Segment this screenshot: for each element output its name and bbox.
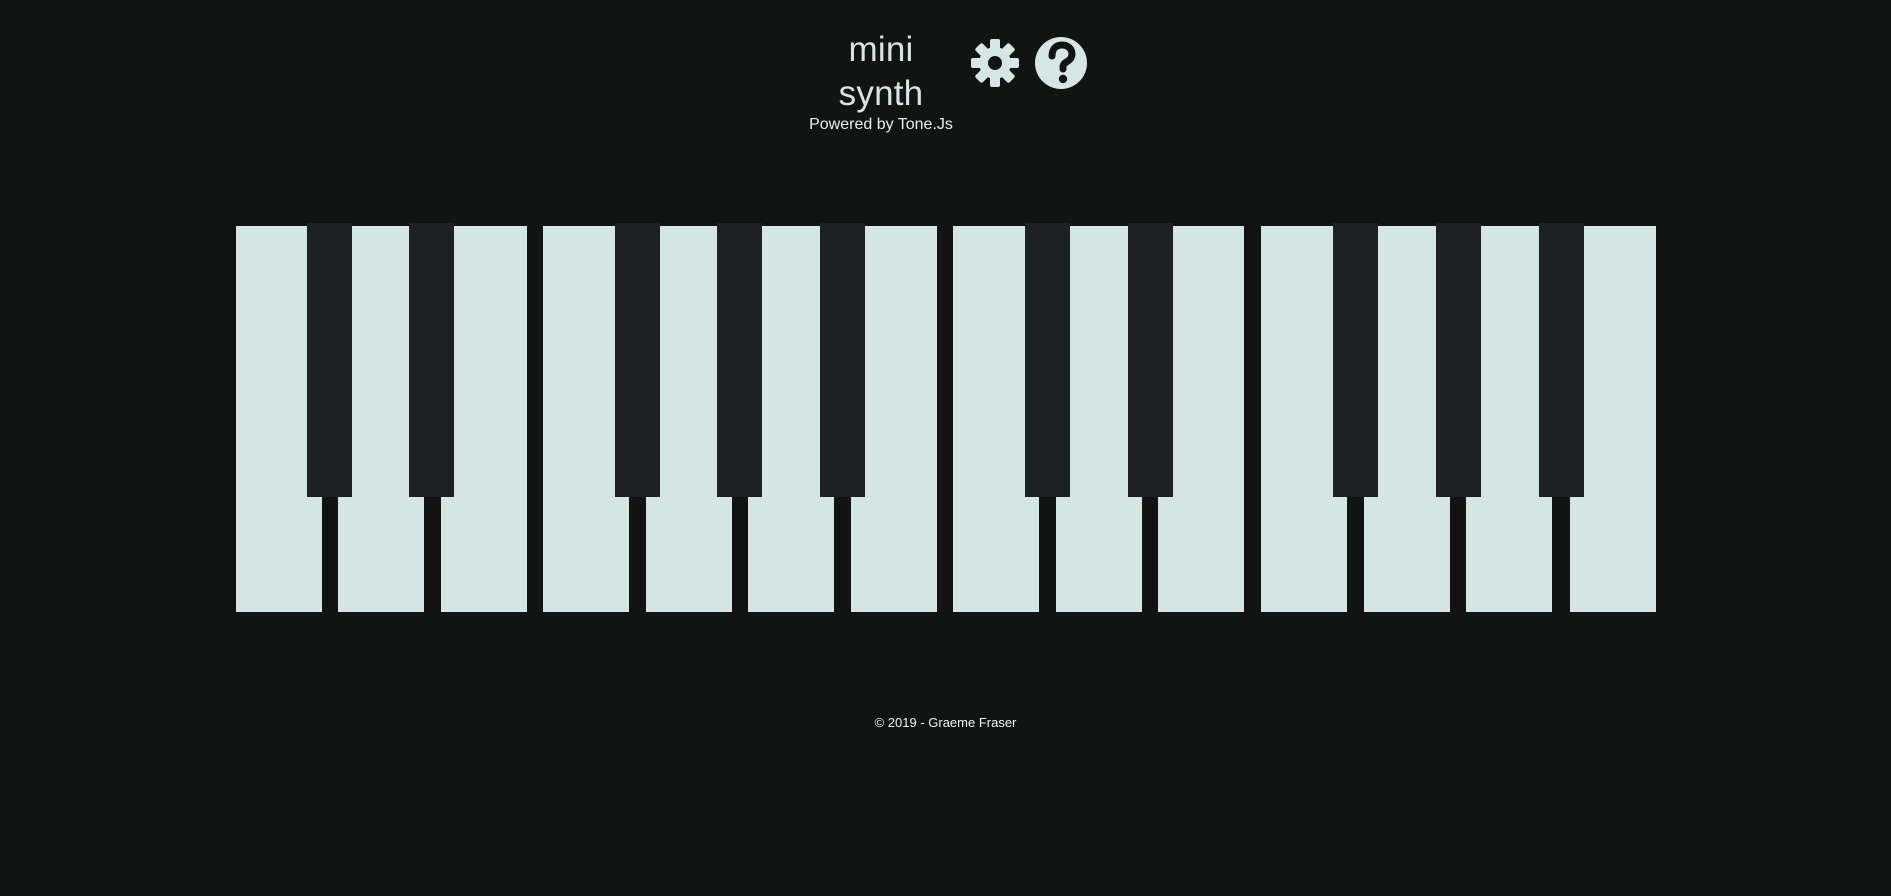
black-key-10[interactable] xyxy=(1539,223,1584,497)
gear-icon xyxy=(971,39,1019,87)
app-root: mini synth Powered by Tone.Js © 2019 - G… xyxy=(0,0,1891,896)
black-key-5[interactable] xyxy=(820,223,865,497)
black-key-3[interactable] xyxy=(615,223,660,497)
copyright-text: © 2019 - Graeme Fraser xyxy=(874,715,1017,730)
black-key-9[interactable] xyxy=(1436,223,1481,497)
black-key-1[interactable] xyxy=(307,223,352,497)
title-block: mini synth Powered by Tone.Js xyxy=(806,28,956,134)
page-footer: © 2019 - Graeme Fraser xyxy=(0,715,1891,730)
black-key-6[interactable] xyxy=(1025,223,1070,497)
question-circle-icon xyxy=(1035,37,1087,89)
settings-button[interactable] xyxy=(968,36,1022,90)
help-button[interactable] xyxy=(1034,36,1088,90)
app-title: mini synth xyxy=(838,30,924,113)
app-subtitle: Powered by Tone.Js xyxy=(809,116,953,133)
black-key-4[interactable] xyxy=(717,223,762,497)
black-key-7[interactable] xyxy=(1128,223,1173,497)
black-key-8[interactable] xyxy=(1333,223,1378,497)
black-key-2[interactable] xyxy=(409,223,454,497)
piano-keyboard xyxy=(236,223,1656,612)
page-header: mini synth Powered by Tone.Js xyxy=(0,28,1891,133)
